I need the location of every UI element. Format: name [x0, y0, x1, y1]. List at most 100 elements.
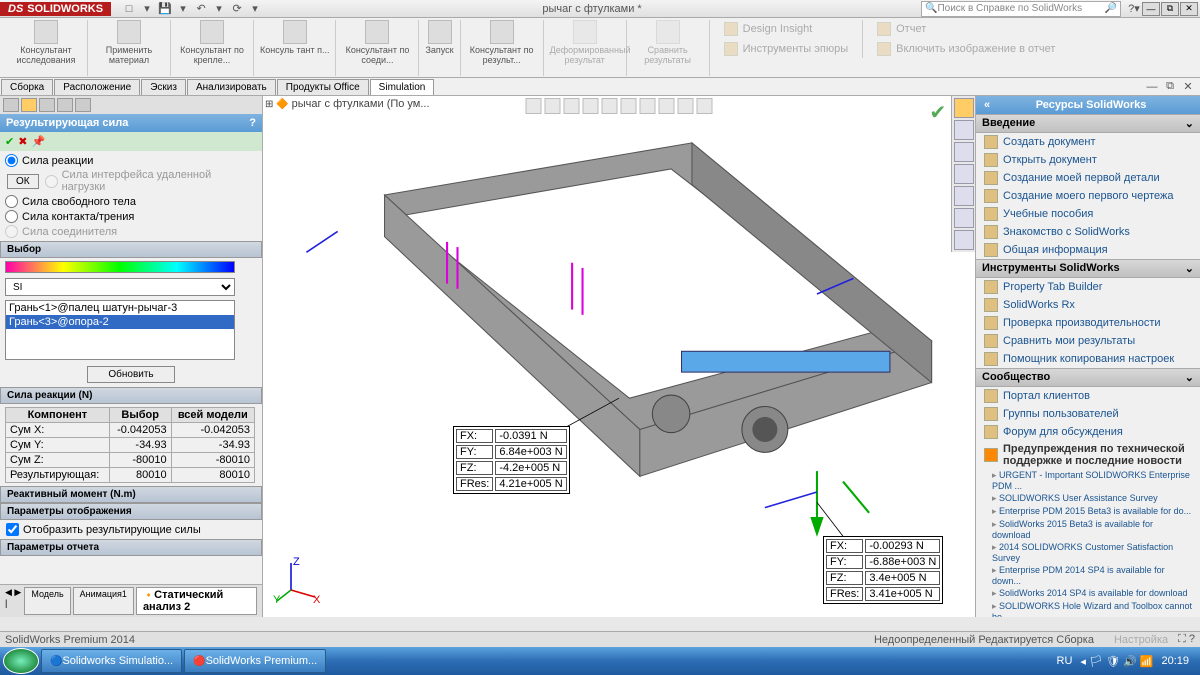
- update-button[interactable]: Обновить: [87, 366, 174, 383]
- help-search[interactable]: 🔍Поиск в Справке по SolidWorks 🔎: [921, 1, 1121, 17]
- display-style-icon[interactable]: [621, 98, 637, 114]
- report-params-header[interactable]: Параметры отчета: [0, 539, 262, 556]
- system-tray[interactable]: RU ◂ 🏳 🛡 🔊 📶 20:19: [1057, 655, 1198, 668]
- zoom-area-icon[interactable]: [545, 98, 561, 114]
- appearance-icon[interactable]: [659, 98, 675, 114]
- news-item[interactable]: SOLIDWORKS Hole Wizard and Toolbox canno…: [976, 600, 1200, 617]
- rebuild-icon[interactable]: ⟳: [229, 1, 245, 17]
- task-item[interactable]: 🔴 SolidWorks Premium...: [184, 649, 326, 673]
- ribbon-fixture-advisor[interactable]: Консультант по крепле...: [171, 20, 254, 76]
- news-item[interactable]: URGENT - Important SOLIDWORKS Enterprise…: [976, 469, 1200, 492]
- news-item[interactable]: SolidWorks 2015 Beta3 is available for d…: [976, 518, 1200, 541]
- view-palette-icon[interactable]: [954, 164, 974, 184]
- link-copy-settings[interactable]: Помощник копирования настроек: [976, 350, 1200, 368]
- display-params-header[interactable]: Параметры отображения: [0, 503, 262, 520]
- radio-remote[interactable]: Сила интерфейса удаленной нагрузки: [45, 168, 257, 194]
- news-item[interactable]: SOLIDWORKS User Assistance Survey: [976, 492, 1200, 505]
- list-item[interactable]: Грань<1>@палец шатун-рычаг-3: [6, 301, 234, 315]
- help-icon[interactable]: ?: [249, 117, 256, 129]
- minimize-button[interactable]: —: [1142, 2, 1160, 16]
- restore-button[interactable]: ⧉: [1161, 2, 1179, 16]
- ok-button[interactable]: ОК: [7, 174, 39, 189]
- view-settings-icon[interactable]: [697, 98, 713, 114]
- ribbon-results-advisor[interactable]: Консультант по результ...: [461, 20, 544, 76]
- unit-select[interactable]: SI: [5, 278, 235, 296]
- status-customize[interactable]: Настройка: [1114, 634, 1168, 646]
- help-icon[interactable]: ?▾: [1126, 1, 1142, 17]
- link-rx[interactable]: SolidWorks Rx: [976, 296, 1200, 314]
- link-perf[interactable]: Проверка производительности: [976, 314, 1200, 332]
- link-new-doc[interactable]: Создать документ: [976, 133, 1200, 151]
- link-intro-sw[interactable]: Знакомство с SolidWorks: [976, 223, 1200, 241]
- file-explorer-icon[interactable]: [954, 142, 974, 162]
- tab-sketch[interactable]: Эскиз: [141, 79, 186, 95]
- tab-simulation[interactable]: Simulation: [370, 79, 435, 95]
- link-open-doc[interactable]: Открыть документ: [976, 151, 1200, 169]
- section-community[interactable]: Сообщество⌄: [976, 368, 1200, 387]
- undo-icon[interactable]: ↶: [193, 1, 209, 17]
- pin-icon[interactable]: 📌: [31, 135, 45, 148]
- ribbon-deformed-result[interactable]: Деформированный результат: [544, 20, 627, 76]
- task-item[interactable]: 🔵 Solidworks Simulatio...: [41, 649, 182, 673]
- appearances-icon[interactable]: [954, 186, 974, 206]
- radio-contact[interactable]: Сила контакта/трения: [5, 209, 257, 224]
- doc-min-icon[interactable]: —: [1144, 79, 1160, 95]
- link-ptb[interactable]: Property Tab Builder: [976, 278, 1200, 296]
- ribbon-design-insight[interactable]: Design Insight: [716, 20, 857, 38]
- section-tools[interactable]: Инструменты SolidWorks⌄: [976, 259, 1200, 278]
- flyout-tree[interactable]: ⊞ 🔶 рычаг с фтулками (По ум...: [265, 98, 430, 110]
- view-orient-icon[interactable]: [602, 98, 618, 114]
- zoom-fit-icon[interactable]: [526, 98, 542, 114]
- ribbon-plot-tools[interactable]: Инструменты эпюры: [716, 40, 857, 58]
- hide-show-icon[interactable]: [640, 98, 656, 114]
- open-icon[interactable]: ▾: [139, 1, 155, 17]
- ribbon-load-advisor[interactable]: Консуль тант п...: [254, 20, 336, 76]
- ribbon-include-image[interactable]: Включить изображение в отчет: [869, 40, 1063, 58]
- redo-icon[interactable]: ▾: [211, 1, 227, 17]
- ribbon-report[interactable]: Отчет: [869, 20, 1063, 38]
- link-customer-portal[interactable]: Портал клиентов: [976, 387, 1200, 405]
- doc-close-icon[interactable]: ✕: [1180, 79, 1196, 95]
- tab-assembly[interactable]: Сборка: [1, 79, 53, 95]
- list-item[interactable]: Грань<3>@опора-2: [6, 315, 234, 329]
- tab-evaluate[interactable]: Анализировать: [187, 79, 276, 95]
- resources-tab-icon[interactable]: [954, 98, 974, 118]
- ribbon-connection-advisor[interactable]: Консультант по соеди...: [336, 20, 419, 76]
- feature-manager-tab[interactable]: [3, 98, 19, 112]
- print-icon[interactable]: ▾: [175, 1, 191, 17]
- options-icon[interactable]: ▾: [247, 1, 263, 17]
- news-item[interactable]: Enterprise PDM 2015 Beta3 is available f…: [976, 505, 1200, 518]
- property-manager-tab[interactable]: [21, 98, 37, 112]
- tab-model[interactable]: Модель: [24, 587, 70, 615]
- display-manager-tab[interactable]: [75, 98, 91, 112]
- close-button[interactable]: ✕: [1180, 2, 1198, 16]
- color-gradient[interactable]: [5, 261, 235, 273]
- tab-layout[interactable]: Расположение: [54, 79, 140, 95]
- custom-props-icon[interactable]: [954, 208, 974, 228]
- graphics-viewport[interactable]: ⊞ 🔶 рычаг с фтулками (По ум... ✔ ✖: [263, 96, 975, 617]
- view-triad[interactable]: Z X Y: [273, 555, 323, 607]
- ok-icon[interactable]: ✔: [5, 135, 14, 148]
- radio-freebody[interactable]: Сила свободного тела: [5, 194, 257, 209]
- new-icon[interactable]: □: [121, 1, 137, 17]
- lang-indicator[interactable]: RU: [1057, 655, 1073, 667]
- news-item[interactable]: SolidWorks 2014 SP4 is available for dow…: [976, 587, 1200, 600]
- section-intro[interactable]: Введение⌄: [976, 114, 1200, 133]
- face-list[interactable]: Грань<1>@палец шатун-рычаг-3 Грань<3>@оп…: [5, 300, 235, 360]
- tab-animation[interactable]: Анимация1: [73, 587, 134, 615]
- doc-restore-icon[interactable]: ⧉: [1162, 79, 1178, 95]
- tab-static-analysis[interactable]: 🔸Статический анализ 2: [136, 587, 257, 615]
- prev-view-icon[interactable]: [564, 98, 580, 114]
- tab-office[interactable]: Продукты Office: [277, 79, 369, 95]
- save-icon[interactable]: 💾: [157, 1, 173, 17]
- section-icon[interactable]: [583, 98, 599, 114]
- moment-header[interactable]: Реактивный момент (N.m): [0, 486, 262, 503]
- link-user-groups[interactable]: Группы пользователей: [976, 405, 1200, 423]
- news-item[interactable]: 2014 SOLIDWORKS Customer Satisfaction Su…: [976, 541, 1200, 564]
- tray-icons[interactable]: ◂ 🏳 🛡 🔊 📶: [1080, 655, 1153, 668]
- config-manager-tab[interactable]: [39, 98, 55, 112]
- clock[interactable]: 20:19: [1161, 655, 1189, 667]
- show-forces-checkbox[interactable]: Отобразить результирующие силы: [0, 520, 262, 539]
- link-first-drawing[interactable]: Создание моего первого чертежа: [976, 187, 1200, 205]
- link-first-part[interactable]: Создание моей первой детали: [976, 169, 1200, 187]
